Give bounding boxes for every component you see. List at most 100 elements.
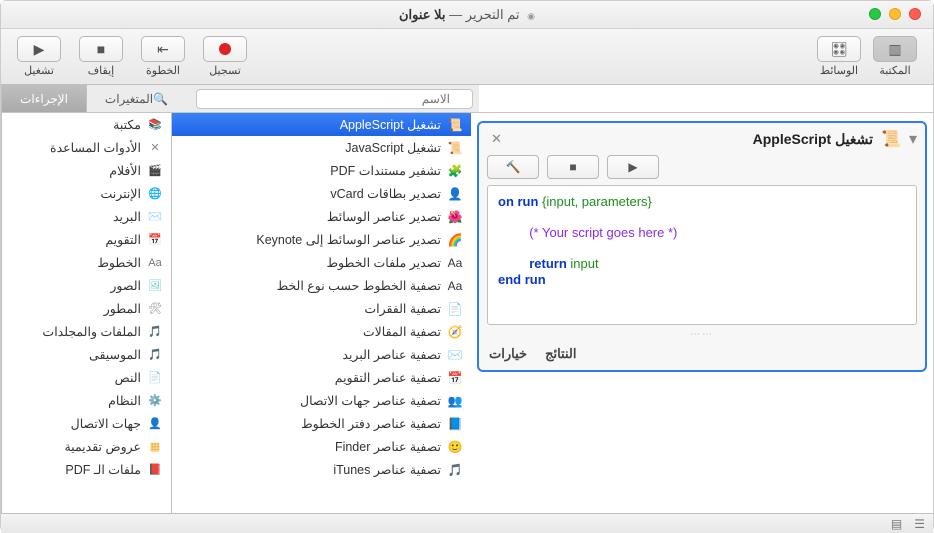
action-item[interactable]: 📜تشغيل JavaScript xyxy=(172,136,471,159)
action-title: تشغيل AppleScript xyxy=(514,131,873,148)
category-icon: 🌐 xyxy=(147,186,163,202)
action-item[interactable]: 🌺 تصدير عناصر الوسائط xyxy=(172,205,471,228)
action-item[interactable]: 👥تصفية عناصر جهات الاتصال xyxy=(172,389,471,412)
category-item[interactable]: 📚مكتبة xyxy=(2,113,171,136)
category-item[interactable]: 📅التقويم xyxy=(2,228,171,251)
action-icon: 🌺 xyxy=(447,209,463,225)
action-item[interactable]: Aaتصدير ملفات الخطوط xyxy=(172,251,471,274)
category-item[interactable]: 🎵 الملفات والمجلدات xyxy=(2,320,171,343)
library-toggle-button[interactable]: ▥ المكتبة xyxy=(867,36,923,77)
category-item[interactable]: 🎵الموسيقى xyxy=(2,343,171,366)
tab-actions[interactable]: الإجراءات xyxy=(2,85,87,112)
action-item[interactable]: 🎵تصفية عناصر iTunes xyxy=(172,458,471,481)
results-tab[interactable]: النتائج xyxy=(545,346,576,362)
category-label: الملفات والمجلدات xyxy=(42,324,141,339)
remove-action-button[interactable]: ✕ xyxy=(487,131,506,147)
view-grid-icon[interactable]: ▤ xyxy=(891,517,902,531)
step-button[interactable]: ⇤ الخطوة xyxy=(135,36,191,77)
category-item[interactable]: 👤 جهات الاتصال xyxy=(2,412,171,435)
main-area: ▾ 📜 تشغيل AppleScript ✕ ▶ ■ 🔨 on run {in… xyxy=(1,113,933,513)
action-label: تصفية عناصر التقويم xyxy=(335,370,441,385)
category-label: التقويم xyxy=(105,232,141,247)
category-item[interactable]: ✕الأدوات المساعدة xyxy=(2,136,171,159)
category-item[interactable]: Aa الخطوط xyxy=(2,251,171,274)
action-item[interactable]: 📘تصفية عناصر دفتر الخطوط xyxy=(172,412,471,435)
search-icon: 🔍 xyxy=(153,92,168,106)
action-icon: 🎵 xyxy=(447,462,463,478)
category-icon: 📚 xyxy=(147,117,163,133)
action-icon: Aa xyxy=(447,278,463,294)
resize-grip-icon[interactable]: ⋯⋯ xyxy=(487,329,917,340)
options-tab[interactable]: خيارات xyxy=(489,346,527,362)
script-run-button[interactable]: ▶ xyxy=(607,155,659,179)
disclosure-icon[interactable]: ▾ xyxy=(909,129,917,149)
workflow-editor[interactable]: ▾ 📜 تشغيل AppleScript ✕ ▶ ■ 🔨 on run {in… xyxy=(471,113,933,513)
action-icon: ✉️ xyxy=(447,347,463,363)
action-icon: 🙂 xyxy=(447,439,463,455)
category-item[interactable]: ▦عروض تقديمية xyxy=(2,435,171,458)
category-item[interactable]: 📄النص xyxy=(2,366,171,389)
action-icon: 🧩 xyxy=(447,163,463,179)
applescript-icon: 📜 xyxy=(881,129,901,149)
category-item[interactable]: ✉️البريد xyxy=(2,205,171,228)
category-label: جهات الاتصال xyxy=(71,416,141,431)
run-icon: ▶ xyxy=(17,36,61,62)
close-window-button[interactable] xyxy=(909,8,921,20)
action-item[interactable]: 📄تصفية الفقرات xyxy=(172,297,471,320)
action-card[interactable]: ▾ 📜 تشغيل AppleScript ✕ ▶ ■ 🔨 on run {in… xyxy=(477,121,927,372)
categories-list[interactable]: 📚مكتبة✕الأدوات المساعدة🎬الأفلام 🌐 الإنترنت… xyxy=(1,113,171,513)
action-item[interactable]: 📅تصفية عناصر التقويم xyxy=(172,366,471,389)
category-icon: 🎵 xyxy=(147,347,163,363)
action-icon: 📄 xyxy=(447,301,463,317)
action-item[interactable]: ✉️تصفية عناصر البريد xyxy=(172,343,471,366)
action-item[interactable]: Aa تصفية الخطوط حسب نوع الخط xyxy=(172,274,471,297)
category-item[interactable]: 🌐 الإنترنت xyxy=(2,182,171,205)
actions-list[interactable]: 📜تشغيل AppleScript📜تشغيل JavaScript 🧩 تشفي… xyxy=(171,113,471,513)
category-icon: 🎵 xyxy=(147,324,163,340)
library-icon: ▥ xyxy=(873,36,917,62)
category-item[interactable]: 🖼الصور xyxy=(2,274,171,297)
script-stop-button[interactable]: ■ xyxy=(547,155,599,179)
status-bar: ☰ ▤ xyxy=(1,513,933,533)
action-item[interactable]: 🧭تصفية المقالات xyxy=(172,320,471,343)
action-icon: 🌈 xyxy=(447,232,463,248)
category-icon: Aa xyxy=(147,255,163,271)
category-icon: 🎬 xyxy=(147,163,163,179)
action-item[interactable]: 👤تصدير بطاقات vCard xyxy=(172,182,471,205)
category-item[interactable]: 🛠المطور xyxy=(2,297,171,320)
category-label: الخطوط xyxy=(97,255,141,270)
category-label: ملفات الـ PDF xyxy=(65,462,141,477)
library-mode-tabs: المتغيرات الإجراءات xyxy=(1,85,171,112)
category-label: الإنترنت xyxy=(100,186,141,201)
stop-icon: ■ xyxy=(79,36,123,62)
stop-button[interactable]: ■ إيقاف xyxy=(73,36,129,77)
media-button[interactable]: 🎛 الوسائط xyxy=(811,36,867,77)
minimize-window-button[interactable] xyxy=(889,8,901,20)
category-icon: 👤 xyxy=(147,416,163,432)
action-item[interactable]: 🌈تصدير عناصر الوسائط إلى Keynote xyxy=(172,228,471,251)
media-icon: 🎛 xyxy=(817,36,861,62)
action-item[interactable]: 🧩 تشفير مستندات PDF xyxy=(172,159,471,182)
action-item[interactable]: 📜تشغيل AppleScript xyxy=(172,113,471,136)
view-list-icon[interactable]: ☰ xyxy=(914,517,925,531)
category-icon: ✉️ xyxy=(147,209,163,225)
category-label: الأدوات المساعدة xyxy=(50,140,141,155)
record-button[interactable]: تسجيل xyxy=(197,36,253,77)
script-compile-button[interactable]: 🔨 xyxy=(487,155,539,179)
category-item[interactable]: ⚙️النظام xyxy=(2,389,171,412)
action-label: تشفير مستندات PDF xyxy=(330,163,441,178)
zoom-window-button[interactable] xyxy=(869,8,881,20)
action-label: تصدير عناصر الوسائط xyxy=(327,209,441,224)
category-item[interactable]: 🎬الأفلام xyxy=(2,159,171,182)
title-prefix: تم التحرير — xyxy=(446,7,520,22)
action-item[interactable]: 🙂تصفية عناصر Finder xyxy=(172,435,471,458)
category-icon: 📕 xyxy=(147,462,163,478)
run-button[interactable]: ▶ تشغيل xyxy=(11,36,67,77)
category-label: الصور xyxy=(110,278,141,293)
action-icon: 📜 xyxy=(447,117,463,133)
action-label: تصفية الخطوط حسب نوع الخط xyxy=(277,278,441,293)
category-item[interactable]: 📕 ملفات الـ PDF xyxy=(2,458,171,481)
script-editor[interactable]: on run {input, parameters} (* Your scrip… xyxy=(487,185,917,325)
search-input[interactable] xyxy=(196,89,473,109)
toolbar: ▥ المكتبة 🎛 الوسائط تسجيل ⇤ الخطوة ■ إيق… xyxy=(1,29,933,85)
